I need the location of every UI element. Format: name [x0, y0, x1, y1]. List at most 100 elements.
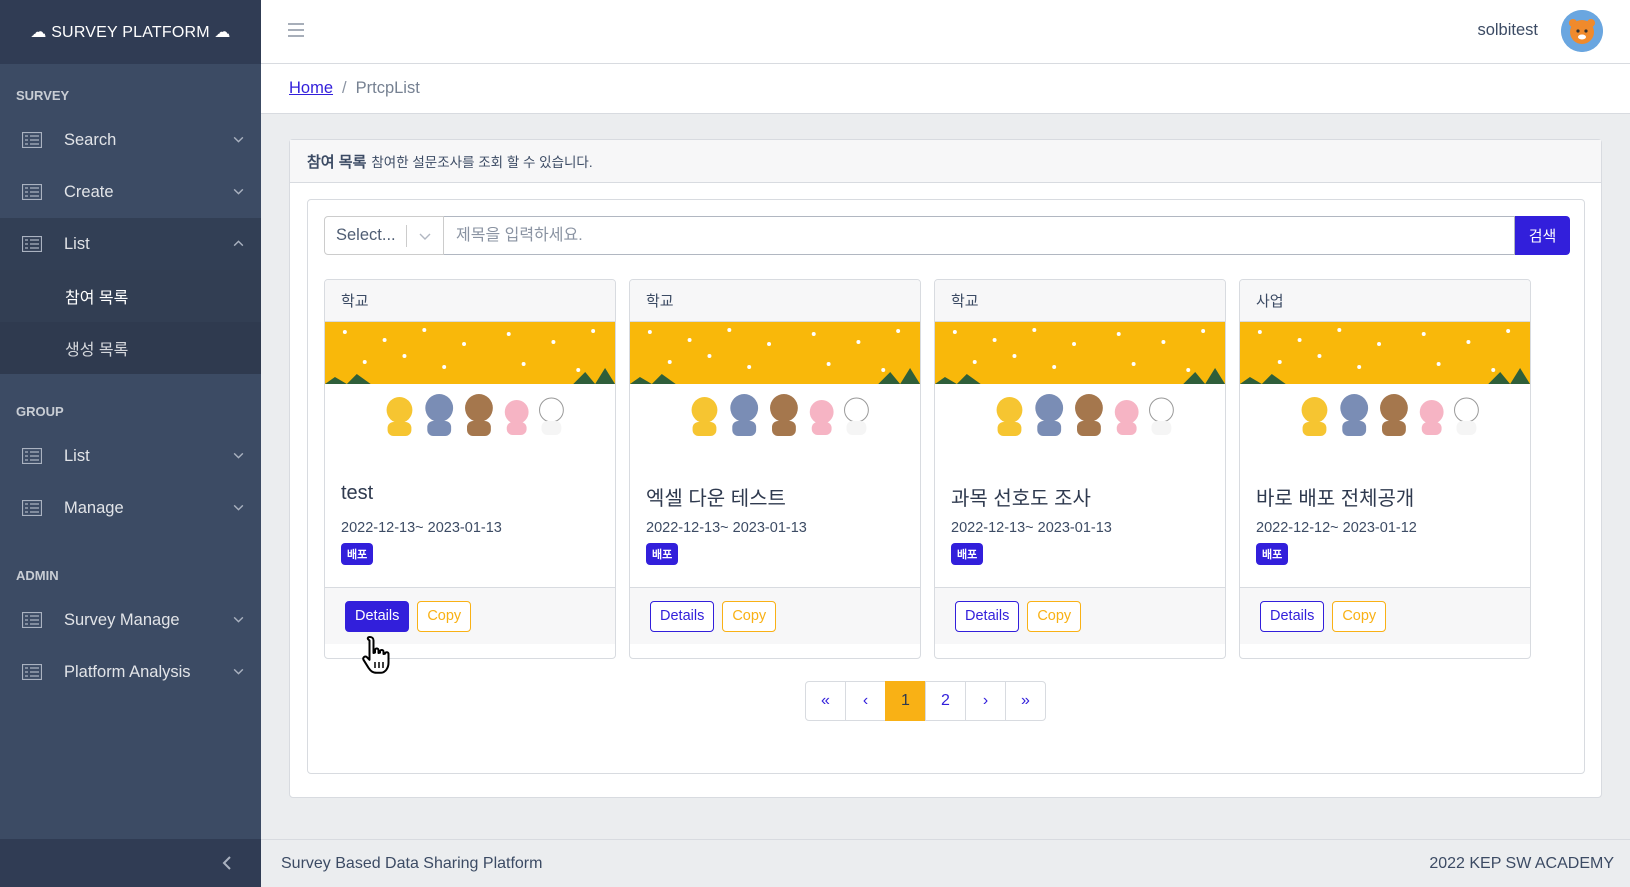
top-header: solbitest	[261, 0, 1630, 64]
sidebar-item-list[interactable]: List	[0, 218, 261, 270]
page-next[interactable]: ›	[965, 681, 1006, 721]
survey-card-body: 엑셀 다운 테스트 2022-12-13~ 2023-01-13 배포	[630, 447, 920, 587]
chevron-down-icon	[233, 668, 244, 675]
chevron-down-icon	[233, 136, 244, 143]
survey-card: 학교 test 2022-12-13~ 2023-01-13 배포 Detail…	[324, 279, 616, 659]
survey-category: 사업	[1240, 280, 1530, 322]
survey-banner-image	[1240, 322, 1530, 447]
page-number[interactable]: 1	[885, 681, 926, 721]
page-subtitle: 참여한 설문조사를 조회 할 수 있습니다.	[371, 155, 593, 170]
survey-banner-image	[935, 322, 1225, 447]
footer-right-text: 2022 KEP SW ACADEMY	[1429, 854, 1614, 872]
page-number[interactable]: 2	[925, 681, 966, 721]
breadcrumb-separator: /	[342, 79, 347, 97]
sidebar-item-label: List	[64, 234, 90, 253]
breadcrumb-home-link[interactable]: Home	[289, 79, 333, 98]
survey-card-body: 과목 선호도 조사 2022-12-13~ 2023-01-13 배포	[935, 447, 1225, 587]
copy-button[interactable]: Copy	[1027, 600, 1082, 632]
survey-card-body: test 2022-12-13~ 2023-01-13 배포	[325, 447, 615, 587]
sidebar-subitem-created[interactable]: 생성 목록	[0, 322, 261, 374]
sidebar-item-label: Platform Analysis	[64, 662, 191, 681]
survey-card-footer: Details Copy	[1240, 587, 1530, 644]
survey-date-range: 2022-12-13~ 2023-01-13	[951, 520, 1112, 536]
survey-card-footer: Details Copy	[935, 587, 1225, 644]
list-icon	[22, 132, 42, 148]
chevron-down-icon	[233, 616, 244, 623]
copy-button[interactable]: Copy	[722, 600, 777, 632]
page-prev[interactable]: ‹	[845, 681, 886, 721]
nav-section-group: GROUP	[16, 403, 64, 419]
chevron-up-icon	[233, 240, 244, 247]
survey-card: 사업 바로 배포 전체공개 2022-12-12~ 2023-01-12 배포 …	[1239, 279, 1531, 659]
sidebar-item-label: List	[64, 446, 90, 465]
survey-title: test	[341, 482, 374, 504]
nav-section-admin: ADMIN	[16, 567, 59, 583]
page-title: 참여 목록	[307, 153, 367, 171]
survey-category: 학교	[325, 280, 615, 322]
survey-card-footer: Details Copy	[630, 587, 920, 644]
survey-date-range: 2022-12-13~ 2023-01-13	[341, 520, 502, 536]
list-icon	[22, 612, 42, 628]
copy-button[interactable]: Copy	[417, 600, 472, 632]
survey-category: 학교	[630, 280, 920, 322]
sidebar-subitem-participated[interactable]: 참여 목록	[0, 270, 261, 322]
survey-list-panel: Select... 검색 학교 test	[307, 199, 1585, 774]
hamburger-icon[interactable]	[287, 22, 305, 38]
survey-card: 학교 엑셀 다운 테스트 2022-12-13~ 2023-01-13 배포 D…	[629, 279, 921, 659]
survey-title: 바로 배포 전체공개	[1256, 488, 1415, 510]
survey-title: 과목 선호도 조사	[951, 488, 1091, 510]
sidebar-item-group-list[interactable]: List	[0, 430, 261, 482]
details-button[interactable]: Details	[345, 600, 410, 632]
survey-banner-image	[325, 322, 615, 447]
chevron-down-icon	[233, 452, 244, 459]
search-input[interactable]	[444, 216, 1515, 255]
status-badge: 배포	[951, 543, 984, 565]
sidebar-item-create[interactable]: Create	[0, 166, 261, 218]
search-bar: Select... 검색	[324, 216, 1570, 255]
details-button[interactable]: Details	[955, 600, 1020, 632]
page-last[interactable]: »	[1005, 681, 1046, 721]
sidebar-item-label: Search	[64, 130, 117, 149]
sidebar-item-platform-analysis[interactable]: Platform Analysis	[0, 646, 261, 698]
sidebar-item-survey-manage[interactable]: Survey Manage	[0, 594, 261, 646]
sidebar-minimizer[interactable]	[0, 839, 261, 887]
survey-date-range: 2022-12-13~ 2023-01-13	[646, 520, 807, 536]
status-badge: 배포	[646, 543, 679, 565]
chevron-down-icon[interactable]	[419, 231, 431, 241]
survey-category: 학교	[935, 280, 1225, 322]
avatar-icon[interactable]	[1561, 10, 1603, 52]
category-select[interactable]: Select...	[324, 216, 444, 255]
breadcrumb: Home / PrtcpList	[261, 64, 1630, 114]
sidebar-item-search[interactable]: Search	[0, 114, 261, 166]
survey-banner-image	[630, 322, 920, 447]
survey-title: 엑셀 다운 테스트	[646, 488, 786, 510]
list-icon	[22, 236, 42, 252]
copy-button[interactable]: Copy	[1332, 600, 1387, 632]
footer-left-text: Survey Based Data Sharing Platform	[281, 854, 543, 872]
card-header: 참여 목록 참여한 설문조사를 조회 할 수 있습니다.	[290, 140, 1601, 183]
list-icon	[22, 664, 42, 680]
sidebar-item-group-manage[interactable]: Manage	[0, 482, 261, 534]
chevron-left-icon[interactable]	[219, 854, 237, 872]
details-button[interactable]: Details	[650, 600, 715, 632]
select-divider	[406, 225, 407, 247]
search-button[interactable]: 검색	[1515, 216, 1570, 255]
sidebar-item-label: Survey Manage	[64, 610, 180, 629]
sidebar: ☁ SURVEY PLATFORM ☁ SURVEY Search Create…	[0, 0, 261, 887]
survey-date-range: 2022-12-12~ 2023-01-12	[1256, 520, 1417, 536]
status-badge: 배포	[341, 543, 374, 565]
breadcrumb-current: PrtcpList	[355, 79, 420, 97]
chevron-down-icon	[233, 504, 244, 511]
participation-list-card: 참여 목록 참여한 설문조사를 조회 할 수 있습니다. Select... 검…	[289, 139, 1602, 798]
page-first[interactable]: «	[805, 681, 846, 721]
sidebar-item-label: Manage	[64, 498, 124, 517]
hand-cursor-icon	[362, 636, 390, 674]
nav-section-survey: SURVEY	[16, 87, 70, 103]
username[interactable]: solbitest	[1477, 21, 1538, 40]
survey-card: 학교 과목 선호도 조사 2022-12-13~ 2023-01-13 배포 D…	[934, 279, 1226, 659]
details-button[interactable]: Details	[1260, 600, 1325, 632]
brand-logo[interactable]: ☁ SURVEY PLATFORM ☁	[0, 0, 261, 64]
sidebar-item-label: Create	[64, 182, 114, 201]
survey-card-body: 바로 배포 전체공개 2022-12-12~ 2023-01-12 배포	[1240, 447, 1530, 587]
list-icon	[22, 500, 42, 516]
